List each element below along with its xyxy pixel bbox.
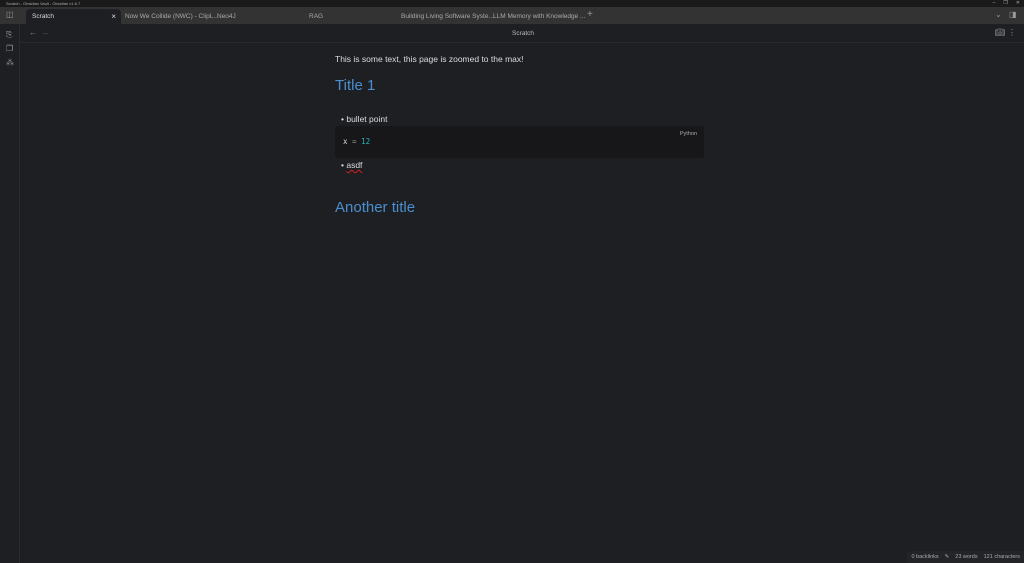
intro-text: This is some text, this page is zoomed t…: [335, 54, 524, 64]
view-header: ← → Scratch 📖︎ ⋮: [20, 24, 1024, 43]
window-title: Scratch - Obsidian Vault - Obsidian v1.6…: [6, 1, 81, 6]
tab-rag[interactable]: RAG: [303, 9, 395, 24]
code-variable: x: [343, 137, 348, 146]
minimize-icon[interactable]: –: [993, 0, 996, 7]
new-tab-icon[interactable]: +: [587, 9, 593, 20]
tab-llm-memory[interactable]: LLM Memory with Knowledge ...: [487, 9, 586, 24]
more-options-icon[interactable]: ⋮: [1008, 28, 1016, 37]
tab-label: Neo4J: [217, 13, 236, 20]
code-block[interactable]: x = 12 Python: [335, 126, 704, 158]
bullet-item: • bullet point: [341, 114, 388, 124]
close-window-icon[interactable]: ✕: [1016, 0, 1020, 7]
tab-label: Scratch: [32, 13, 55, 20]
back-icon[interactable]: ←: [29, 28, 37, 37]
window-title-bar: Scratch - Obsidian Vault - Obsidian v1.6…: [0, 0, 1024, 7]
sidebar-toggle-icon[interactable]: ◫: [6, 10, 14, 19]
view-title[interactable]: Scratch: [512, 30, 534, 37]
code-number: 12: [361, 137, 371, 146]
tab-scratch[interactable]: Scratch ×: [26, 9, 121, 24]
bullet-item: • asdf: [341, 160, 363, 170]
backlinks-count[interactable]: 0 backlinks: [911, 554, 938, 560]
left-ribbon: ⎘ ❐ ⁂: [0, 24, 20, 563]
restore-icon[interactable]: ❐: [1003, 0, 1007, 7]
forward-icon[interactable]: →: [41, 28, 49, 37]
edit-mode-icon[interactable]: ✎: [945, 554, 950, 560]
chevron-down-icon[interactable]: ⌄: [995, 10, 1002, 19]
heading-title-1: Title 1: [335, 77, 376, 94]
reading-view-icon[interactable]: 📖︎: [995, 28, 1005, 37]
files-icon[interactable]: ❐: [6, 44, 13, 53]
heading-another-title: Another title: [335, 199, 416, 216]
tab-building-living[interactable]: Building Living Software Syste...: [395, 9, 494, 24]
bullet-text: bullet point: [346, 114, 388, 124]
right-sidebar-toggle-icon[interactable]: ◨: [1009, 10, 1017, 19]
character-count: 121 characters: [983, 554, 1020, 560]
close-tab-icon[interactable]: ×: [111, 9, 116, 24]
tab-neo4j[interactable]: Neo4J: [211, 9, 303, 24]
code-language-label: Python: [679, 131, 697, 137]
tab-label: Now We Collide (NWC) - ClipL...: [125, 13, 219, 20]
code-operator: =: [352, 137, 357, 146]
tab-label: RAG: [309, 13, 324, 20]
word-count: 23 words: [955, 554, 978, 560]
tab-label: LLM Memory with Knowledge ...: [493, 13, 586, 20]
tab-bar: ◫ Scratch × Now We Collide (NWC) - ClipL.…: [0, 7, 1024, 24]
open-file-icon[interactable]: ⎘: [6, 30, 12, 40]
status-bar: 0 backlinks ✎ 23 words 121 characters: [907, 551, 1024, 563]
tab-nwc[interactable]: Now We Collide (NWC) - ClipL...: [119, 9, 219, 24]
bullet-text: asdf: [346, 160, 363, 170]
tab-label: Building Living Software Syste...: [401, 13, 494, 20]
graph-icon[interactable]: ⁂: [6, 58, 14, 67]
